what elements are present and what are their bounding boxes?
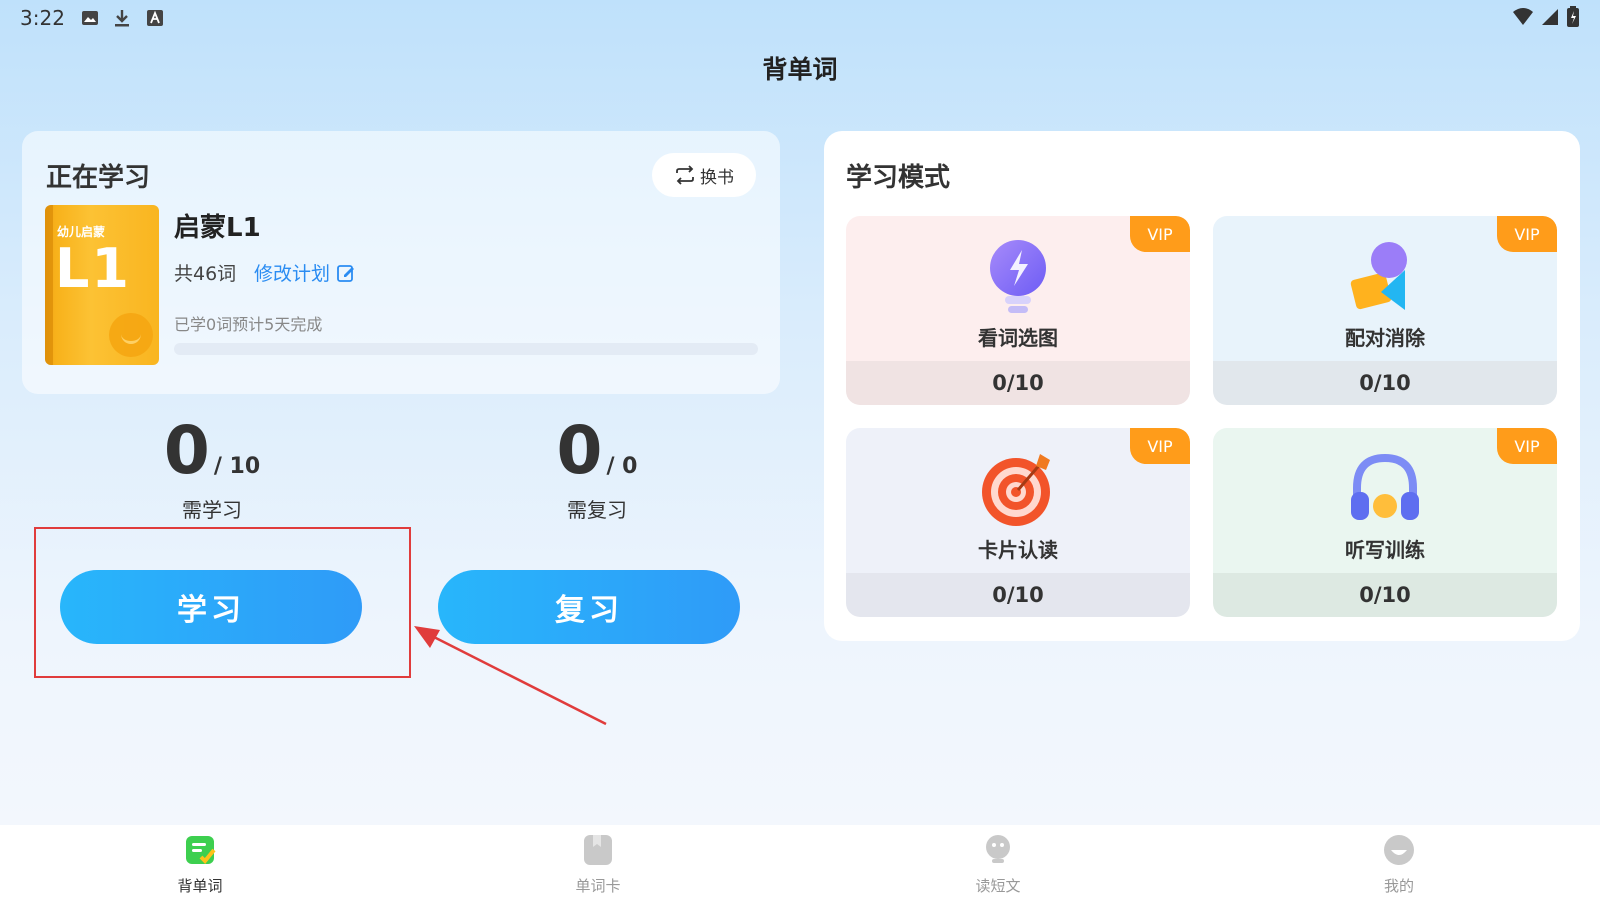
- switch-book-label: 换书: [700, 167, 734, 188]
- mode-name: 配对消除: [1345, 326, 1425, 350]
- mode-progress: 0/10: [846, 361, 1190, 405]
- mode-tile-match-pairs[interactable]: 配对消除 0/10 VIP: [1213, 216, 1557, 405]
- nav-label: 我的: [1383, 877, 1414, 895]
- nav-item-profile[interactable]: 我的: [1339, 833, 1459, 896]
- mode-name: 卡片认读: [978, 538, 1058, 562]
- study-progress-bar: [174, 343, 758, 355]
- download-icon: [115, 10, 129, 27]
- shapes-icon: [1350, 242, 1407, 310]
- study-modes-title: 学习模式: [846, 163, 951, 193]
- font-icon: [147, 10, 163, 26]
- edit-plan-label: 修改计划: [254, 263, 331, 285]
- study-modes-card: 学习模式 看词选图 0/10 VIP 配对消除 0/10 VIP 卡片认读 0/…: [824, 131, 1580, 641]
- nav-label: 读短文: [975, 877, 1021, 895]
- book-name: 启蒙L1: [174, 213, 261, 243]
- annotation-highlight-box: [34, 527, 411, 678]
- learn-stat: 0/ 10 需学习: [112, 412, 312, 523]
- review-total: / 0: [606, 454, 638, 479]
- edit-plan-link[interactable]: 修改计划: [254, 259, 356, 286]
- battery-icon: [1567, 6, 1579, 27]
- nav-label: 单词卡: [575, 877, 621, 895]
- target-icon: [982, 454, 1050, 526]
- learn-count: 0: [163, 412, 210, 489]
- vip-badge: VIP: [1497, 216, 1557, 252]
- headphones-icon: [1351, 453, 1419, 520]
- lightbulb-icon: [990, 240, 1046, 313]
- switch-book-button[interactable]: 换书: [652, 153, 756, 197]
- mode-name: 看词选图: [978, 326, 1058, 350]
- learn-total: / 10: [213, 454, 261, 479]
- mode-progress: 0/10: [1213, 361, 1557, 405]
- learn-label: 需学习: [182, 498, 242, 522]
- nav-item-reading[interactable]: 读短文: [938, 833, 1058, 896]
- profile-icon: [1384, 835, 1414, 865]
- annotation-arrow: [414, 626, 607, 726]
- status-time: 3:22: [20, 6, 65, 30]
- review-label: 需复习: [567, 498, 627, 522]
- vip-badge: VIP: [1497, 428, 1557, 464]
- mode-tile-dictation[interactable]: 听写训练 0/10 VIP: [1213, 428, 1557, 617]
- swap-icon: [676, 165, 694, 185]
- vocab-icon: [186, 836, 216, 864]
- vip-badge: VIP: [1130, 216, 1190, 252]
- edit-icon: [337, 264, 355, 282]
- review-count: 0: [556, 412, 603, 489]
- book-spine: [45, 205, 53, 365]
- book-cover-level: L1: [55, 237, 131, 300]
- nav-item-wordcard[interactable]: 单词卡: [538, 833, 658, 896]
- mode-tile-word-picture[interactable]: 看词选图 0/10 VIP: [846, 216, 1190, 405]
- book-cover[interactable]: 幼儿启蒙 L1: [45, 205, 159, 365]
- image-icon: [82, 11, 98, 25]
- wifi-icon: [1513, 8, 1533, 25]
- current-study-card: 正在学习 换书 幼儿启蒙 L1 启蒙L1 共46词 修改计划 已学0词预计5天完…: [22, 131, 780, 394]
- status-bar: 3:22: [0, 0, 1600, 36]
- mode-name: 听写训练: [1345, 538, 1425, 562]
- mode-progress: 0/10: [1213, 573, 1557, 617]
- reading-icon: [986, 835, 1010, 863]
- smile-icon: [109, 313, 153, 357]
- card-icon: [584, 835, 612, 865]
- word-count: 共46词: [174, 263, 237, 285]
- vip-badge: VIP: [1130, 428, 1190, 464]
- mode-tile-flashcard[interactable]: 卡片认读 0/10 VIP: [846, 428, 1190, 617]
- mode-progress: 0/10: [846, 573, 1190, 617]
- progress-text: 已学0词预计5天完成: [174, 315, 323, 334]
- page-title: 背单词: [762, 55, 838, 84]
- bottom-nav: 背单词 单词卡 读短文 我的: [0, 825, 1600, 900]
- nav-label: 背单词: [177, 877, 223, 895]
- signal-icon: [1542, 9, 1558, 25]
- status-right-icons: [1512, 6, 1580, 28]
- review-stat: 0/ 0 需复习: [497, 412, 697, 523]
- nav-item-vocab[interactable]: 背单词: [140, 833, 260, 896]
- current-study-title: 正在学习: [46, 163, 151, 193]
